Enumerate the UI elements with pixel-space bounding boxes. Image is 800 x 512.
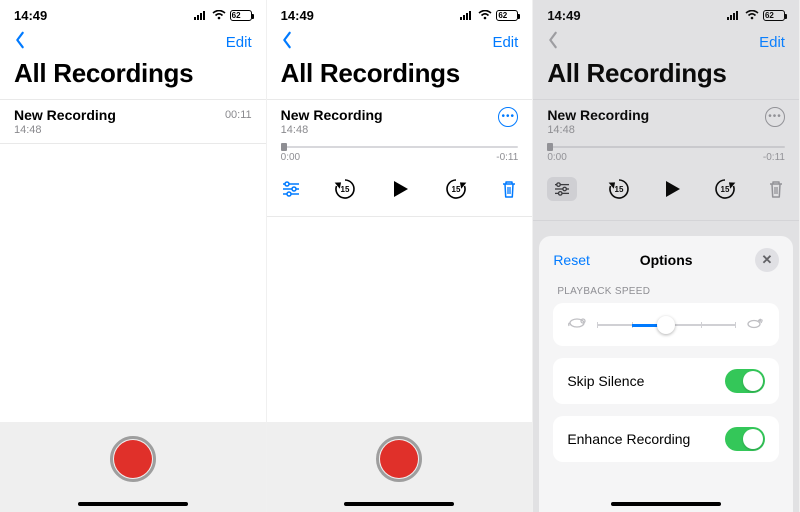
- options-sheet: Reset Options ✕ PLAYBACK SPEED Skip Sile…: [539, 236, 793, 512]
- speed-slider[interactable]: [597, 324, 735, 326]
- scrubber[interactable]: [281, 146, 519, 148]
- recording-row-expanded: New Recording 14:48 ••• 0:00 -0:11 15 15: [267, 99, 533, 217]
- recording-name: New Recording: [14, 107, 116, 123]
- clock: 14:49: [14, 8, 47, 23]
- remaining-time: -0:11: [763, 152, 785, 163]
- more-button[interactable]: •••: [498, 107, 518, 127]
- scrubber: [547, 146, 785, 148]
- wifi-icon: [745, 8, 759, 23]
- cell-signal-icon: [194, 8, 208, 23]
- delete-button[interactable]: [500, 179, 518, 199]
- recording-time: 14:48: [547, 124, 649, 136]
- record-button[interactable]: [376, 436, 422, 482]
- remaining-time: -0:11: [496, 152, 518, 163]
- close-button[interactable]: ✕: [755, 248, 779, 272]
- enhance-label: Enhance Recording: [567, 431, 690, 447]
- more-button: •••: [765, 107, 785, 127]
- clock: 14:49: [281, 8, 314, 23]
- battery-icon: 62: [496, 10, 518, 21]
- turtle-icon: [567, 315, 587, 334]
- playback-speed-row: [553, 303, 779, 346]
- recording-name: New Recording: [547, 107, 649, 123]
- elapsed-time: 0:00: [547, 152, 566, 163]
- svg-text:15: 15: [615, 185, 624, 194]
- screen-list: 14:49 62 Edit All Recordings New Recordi…: [0, 0, 267, 512]
- home-indicator[interactable]: [344, 502, 454, 506]
- enhance-toggle[interactable]: [725, 427, 765, 451]
- page-title: All Recordings: [267, 58, 533, 99]
- svg-text:15: 15: [721, 185, 730, 194]
- recording-row-expanded: New Recording 14:48 ••• 0:00 -0:11 15 15: [533, 99, 799, 221]
- rabbit-icon: [745, 315, 765, 334]
- skip-back-button[interactable]: 15: [333, 177, 357, 201]
- delete-button[interactable]: [767, 179, 785, 199]
- recording-name: New Recording: [281, 107, 383, 123]
- back-button[interactable]: [14, 31, 26, 54]
- play-button[interactable]: [661, 178, 683, 200]
- back-button: [547, 31, 559, 54]
- skip-forward-button[interactable]: 15: [713, 177, 737, 201]
- nav-bar: Edit: [267, 26, 533, 58]
- skip-silence-toggle[interactable]: [725, 369, 765, 393]
- skip-silence-label: Skip Silence: [567, 373, 644, 389]
- reset-button[interactable]: Reset: [553, 252, 590, 268]
- cell-signal-icon: [460, 8, 474, 23]
- skip-back-button[interactable]: 15: [607, 177, 631, 201]
- screen-playback: 14:49 62 Edit All Recordings New Recordi…: [267, 0, 534, 512]
- enhance-row: Enhance Recording: [553, 416, 779, 462]
- clock: 14:49: [547, 8, 580, 23]
- battery-icon: 62: [763, 10, 785, 21]
- recording-duration: 00:11: [225, 109, 252, 121]
- options-button-active[interactable]: [547, 177, 577, 201]
- home-indicator[interactable]: [78, 502, 188, 506]
- svg-text:15: 15: [341, 185, 350, 194]
- page-title: All Recordings: [533, 58, 799, 99]
- recording-row[interactable]: New Recording 14:48 00:11: [0, 99, 266, 144]
- elapsed-time: 0:00: [281, 152, 300, 163]
- options-button[interactable]: [281, 181, 301, 197]
- recording-time: 14:48: [14, 124, 116, 136]
- wifi-icon: [212, 8, 226, 23]
- edit-button[interactable]: Edit: [492, 34, 518, 51]
- status-bar: 14:49 62: [0, 0, 266, 26]
- edit-button[interactable]: Edit: [226, 34, 252, 51]
- page-title: All Recordings: [0, 58, 266, 99]
- record-button[interactable]: [110, 436, 156, 482]
- status-bar: 14:49 62: [533, 0, 799, 26]
- recording-time: 14:48: [281, 124, 383, 136]
- screen-options-sheet: 14:49 62 Edit All Recordings New Recordi…: [533, 0, 800, 512]
- record-footer: [0, 422, 266, 512]
- skip-forward-button[interactable]: 15: [444, 177, 468, 201]
- wifi-icon: [478, 8, 492, 23]
- section-label-speed: PLAYBACK SPEED: [557, 286, 775, 297]
- skip-silence-row: Skip Silence: [553, 358, 779, 404]
- battery-icon: 62: [230, 10, 252, 21]
- nav-bar: Edit: [533, 26, 799, 58]
- play-button[interactable]: [389, 178, 411, 200]
- record-footer: [267, 422, 533, 512]
- home-indicator[interactable]: [611, 502, 721, 506]
- back-button[interactable]: [281, 31, 293, 54]
- nav-bar: Edit: [0, 26, 266, 58]
- status-bar: 14:49 62: [267, 0, 533, 26]
- svg-text:15: 15: [451, 185, 460, 194]
- edit-button[interactable]: Edit: [759, 34, 785, 51]
- cell-signal-icon: [727, 8, 741, 23]
